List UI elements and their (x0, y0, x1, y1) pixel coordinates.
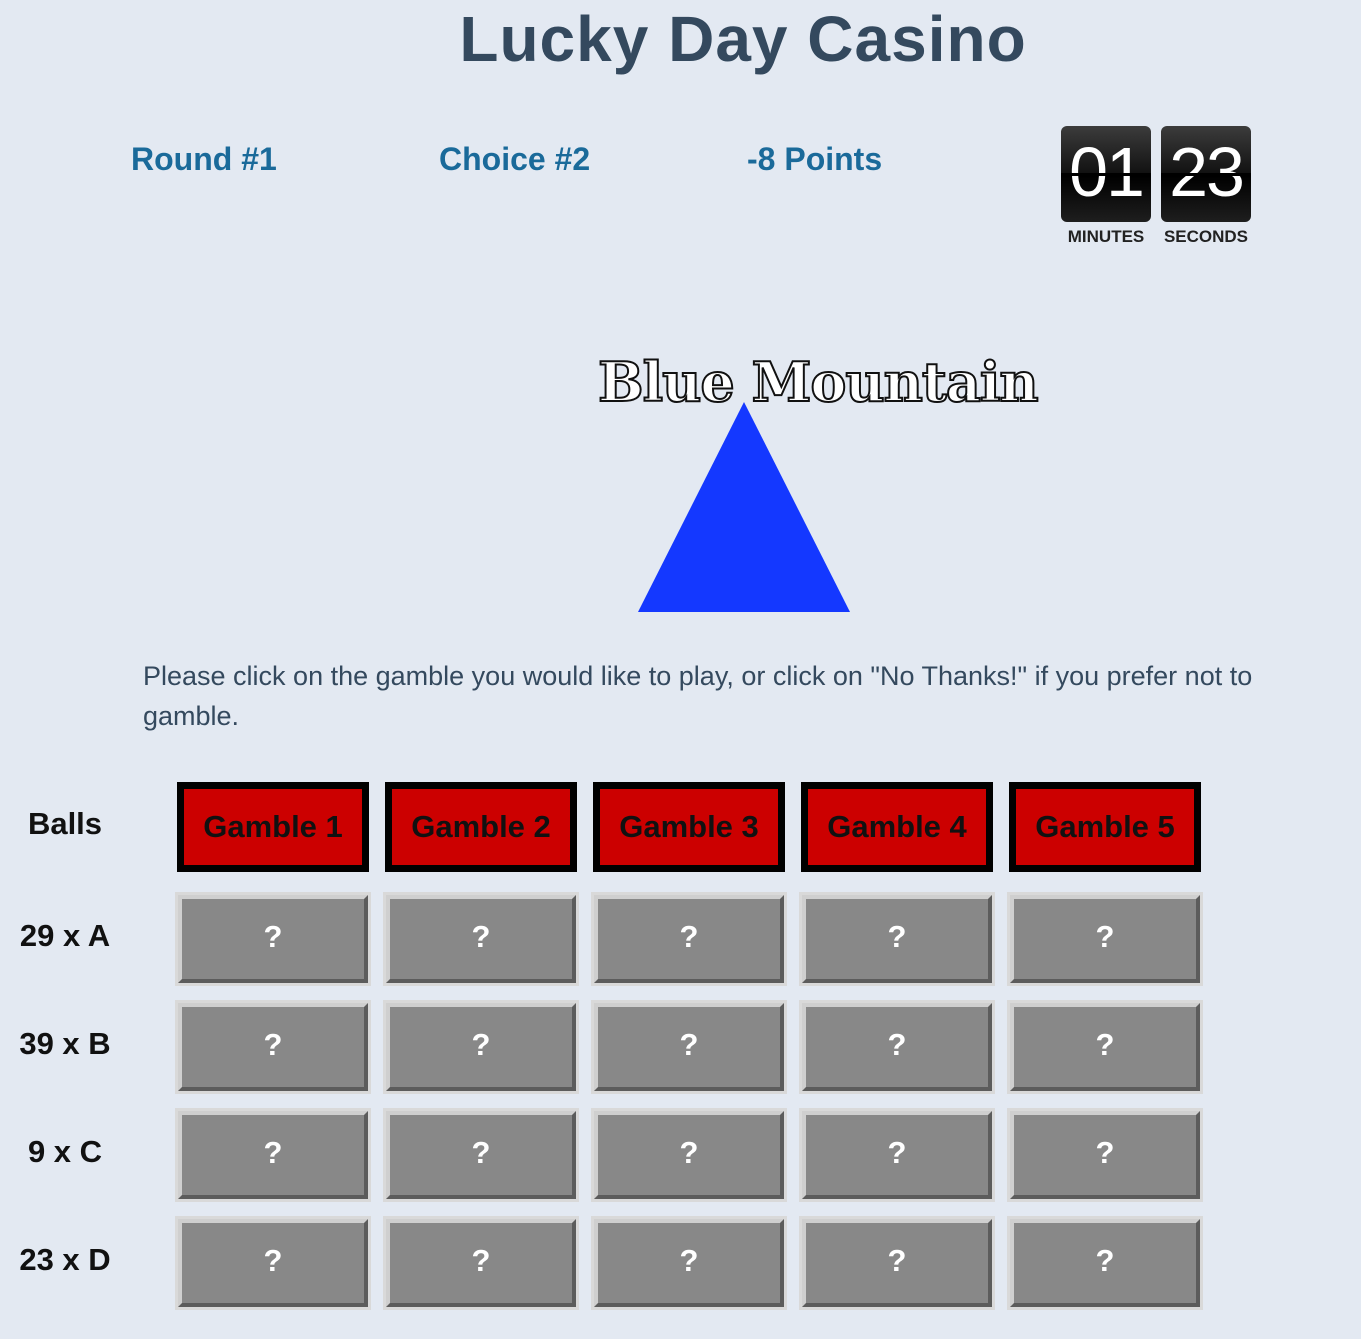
triangle-icon (638, 402, 850, 612)
outcome-cell[interactable]: ? (175, 1216, 371, 1310)
outcome-cell[interactable]: ? (799, 892, 995, 986)
gamble-5-button[interactable]: Gamble 5 (1009, 782, 1201, 872)
outcome-cell[interactable]: ? (799, 1000, 995, 1094)
outcome-cell[interactable]: ? (799, 1108, 995, 1202)
gamble-4-button[interactable]: Gamble 4 (801, 782, 993, 872)
gamble-2-button[interactable]: Gamble 2 (385, 782, 577, 872)
timer-minutes-label: MINUTES (1067, 227, 1145, 246)
casino-page: Lucky Day Casino Round #1 Choice #2 -8 P… (0, 0, 1361, 1339)
timer-seconds: 23 SECONDS (1161, 126, 1251, 247)
outcome-cell[interactable]: ? (383, 1216, 579, 1310)
outcome-cell[interactable]: ? (591, 1000, 787, 1094)
outcome-cell[interactable]: ? (175, 1108, 371, 1202)
outcome-cell[interactable]: ? (591, 1108, 787, 1202)
outcome-cell[interactable]: ? (799, 1216, 995, 1310)
outcome-cell[interactable]: ? (1007, 1108, 1203, 1202)
row-label: 23 x D (19, 1242, 111, 1277)
instructions-text: Please click on the gamble you would lik… (143, 661, 1253, 731)
gamble-3-button[interactable]: Gamble 3 (593, 782, 785, 872)
outcome-cell[interactable]: ? (383, 1000, 579, 1094)
timer-minutes-value: 01 (1061, 126, 1151, 222)
page-title: Lucky Day Casino (459, 3, 1027, 75)
points-indicator: -8 Points (747, 141, 883, 177)
timer-minutes: 01 MINUTES (1061, 126, 1151, 247)
outcome-cell[interactable]: ? (591, 1216, 787, 1310)
outcome-cell[interactable]: ? (175, 1000, 371, 1094)
round-indicator: Round #1 (131, 141, 277, 177)
gamble-1-button[interactable]: Gamble 1 (177, 782, 369, 872)
timer-seconds-label: SECONDS (1163, 227, 1249, 246)
brand-logo-text: Blue Mountain (597, 349, 1040, 415)
row-label: 39 x B (19, 1026, 111, 1061)
choice-indicator: Choice #2 (439, 141, 591, 177)
brand-logo: Blue Mountain (590, 349, 1040, 620)
outcome-cell[interactable]: ? (1007, 1000, 1203, 1094)
timer-seconds-value: 23 (1161, 126, 1251, 222)
outcome-cell[interactable]: ? (383, 892, 579, 986)
row-label: 9 x C (27, 1134, 103, 1169)
row-label: 29 x A (19, 918, 111, 953)
outcome-cell[interactable]: ? (1007, 892, 1203, 986)
balls-header: Balls (27, 806, 103, 841)
outcome-cell[interactable]: ? (1007, 1216, 1203, 1310)
outcome-cell[interactable]: ? (383, 1108, 579, 1202)
outcome-cell[interactable]: ? (591, 892, 787, 986)
outcome-cell[interactable]: ? (175, 892, 371, 986)
